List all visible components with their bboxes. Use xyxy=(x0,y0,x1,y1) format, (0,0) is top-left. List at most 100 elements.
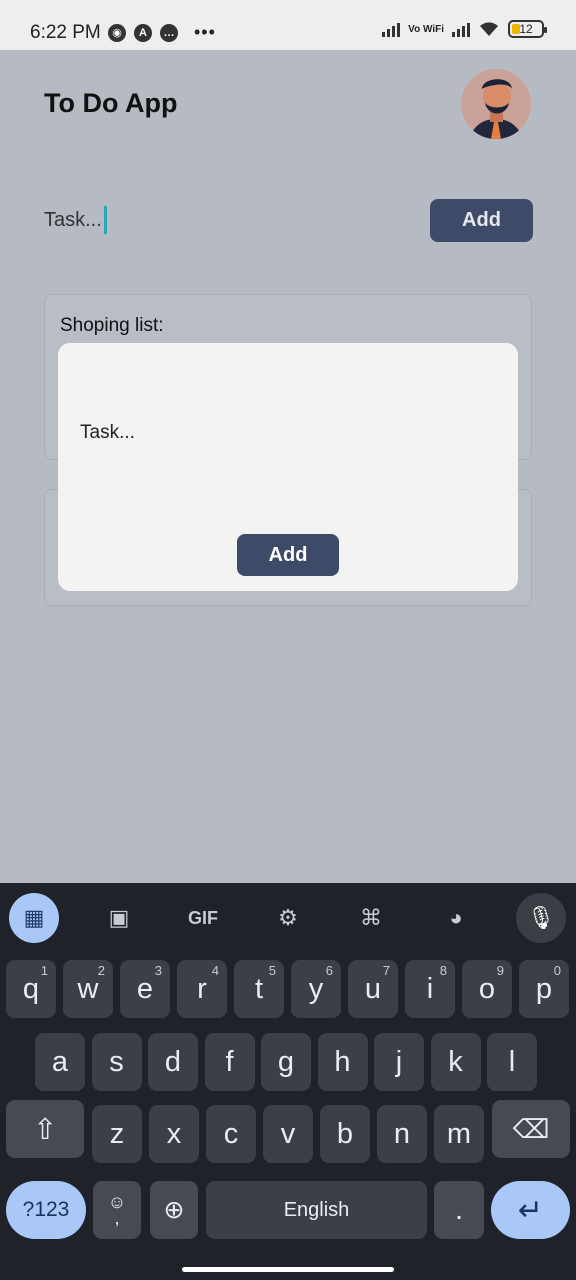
key-number: 4 xyxy=(211,963,219,978)
key-label: k xyxy=(448,1045,463,1078)
key-label: g xyxy=(277,1045,295,1078)
key-x[interactable]: x xyxy=(149,1105,199,1163)
key-h[interactable]: h xyxy=(317,1033,368,1091)
page-title: To Do App xyxy=(44,88,178,118)
keyboard-toolbar: ▦ ▣ GIF ⚙ ⌘ ◕ 🎙 xyxy=(0,893,576,951)
key-label: i xyxy=(426,972,434,1005)
vowifi-label: Vo WiFi xyxy=(408,23,444,35)
key-i[interactable]: i8 xyxy=(405,960,455,1018)
key-label: m xyxy=(446,1117,472,1150)
key-f[interactable]: f xyxy=(204,1033,255,1091)
key-p[interactable]: p0 xyxy=(519,960,569,1018)
key-label: x xyxy=(166,1117,182,1150)
key-label: o xyxy=(478,972,496,1005)
key-label: b xyxy=(336,1117,354,1150)
key-r[interactable]: r4 xyxy=(177,960,227,1018)
key-s[interactable]: s xyxy=(91,1033,142,1091)
key-number: 1 xyxy=(40,963,48,978)
symbols-key[interactable]: ?123 xyxy=(6,1181,86,1239)
sticker-icon[interactable]: ▣ xyxy=(94,893,144,943)
list-title: Shoping list: xyxy=(60,315,164,336)
key-number: 7 xyxy=(382,963,390,978)
gif-icon[interactable]: GIF xyxy=(178,893,228,943)
key-e[interactable]: e3 xyxy=(120,960,170,1018)
key-number: 0 xyxy=(553,963,561,978)
key-label: l xyxy=(508,1045,516,1078)
key-c[interactable]: c xyxy=(206,1105,256,1163)
key-j[interactable]: j xyxy=(374,1033,424,1091)
signal-icon xyxy=(382,21,401,37)
microphone-icon[interactable]: 🎙 xyxy=(516,893,566,943)
key-q[interactable]: q1 xyxy=(6,960,56,1018)
key-n[interactable]: n xyxy=(377,1105,427,1163)
shift-key[interactable]: ⇧ xyxy=(6,1100,84,1158)
key-o[interactable]: o9 xyxy=(462,960,512,1018)
key-g[interactable]: g xyxy=(261,1033,311,1091)
key-label: e xyxy=(136,972,154,1005)
notification-icons: ◉ A … ••• xyxy=(108,22,216,43)
palette-icon[interactable]: ◕ xyxy=(431,893,481,943)
key-t[interactable]: t5 xyxy=(234,960,284,1018)
modal-add-button[interactable]: Add xyxy=(237,534,339,576)
key-number: 2 xyxy=(97,963,105,978)
system-icons: Vo WiFi 12 xyxy=(382,20,547,38)
task-input[interactable]: Task... xyxy=(44,206,107,234)
language-globe-icon[interactable]: ⊕ xyxy=(150,1181,198,1239)
comma-label: , xyxy=(114,1208,120,1228)
key-label: q xyxy=(22,972,40,1005)
key-number: 6 xyxy=(325,963,333,978)
key-z[interactable]: z xyxy=(92,1105,142,1163)
translate-icon[interactable]: ⌘ xyxy=(346,893,396,943)
more-notifications-icon: ••• xyxy=(194,22,216,42)
avatar-illustration-icon xyxy=(461,69,531,139)
key-label: r xyxy=(197,972,207,1005)
key-w[interactable]: w2 xyxy=(63,960,113,1018)
avatar[interactable] xyxy=(461,69,531,139)
whatsapp-icon: ◉ xyxy=(108,23,126,42)
enter-key[interactable]: ↵ xyxy=(491,1181,570,1239)
key-label: p xyxy=(535,972,553,1005)
key-label: c xyxy=(223,1117,239,1150)
key-number: 8 xyxy=(439,963,447,978)
apps-grid-icon[interactable]: ▦ xyxy=(9,893,59,943)
add-task-modal: Task... Add xyxy=(58,343,518,591)
key-k[interactable]: k xyxy=(430,1033,481,1091)
key-label: d xyxy=(164,1045,182,1078)
key-label: f xyxy=(225,1045,234,1078)
key-a[interactable]: a xyxy=(35,1033,85,1091)
on-screen-keyboard: ▦ ▣ GIF ⚙ ⌘ ◕ 🎙 q1w2e3r4t5y6u7i8o9p0 asd… xyxy=(0,883,576,1280)
key-number: 3 xyxy=(154,963,162,978)
key-u[interactable]: u7 xyxy=(348,960,398,1018)
wifi-icon xyxy=(480,22,498,36)
status-bar: 6:22 PM ◉ A … ••• Vo WiFi 12 xyxy=(0,0,576,50)
key-y[interactable]: y6 xyxy=(291,960,341,1018)
key-label: w xyxy=(77,972,99,1005)
app-icon: A xyxy=(134,23,152,42)
key-d[interactable]: d xyxy=(148,1033,198,1091)
key-m[interactable]: m xyxy=(434,1105,484,1163)
key-number: 9 xyxy=(496,963,504,978)
key-label: v xyxy=(280,1117,296,1150)
emoji-comma-key[interactable]: ☺ , xyxy=(93,1181,141,1239)
backspace-key[interactable]: ⌫ xyxy=(492,1100,570,1158)
key-label: j xyxy=(395,1045,403,1078)
modal-task-input[interactable]: Task... xyxy=(80,422,135,444)
key-label: a xyxy=(51,1045,69,1078)
key-label: z xyxy=(109,1117,125,1150)
key-label: s xyxy=(109,1045,124,1078)
key-v[interactable]: v xyxy=(263,1105,313,1163)
key-b[interactable]: b xyxy=(320,1105,370,1163)
key-label: h xyxy=(334,1045,351,1078)
key-label: t xyxy=(254,972,264,1005)
key-label: u xyxy=(364,972,382,1005)
task-input-placeholder: Task... xyxy=(44,208,102,231)
key-label: n xyxy=(393,1117,411,1150)
key-l[interactable]: l xyxy=(487,1033,537,1091)
space-key[interactable]: English xyxy=(206,1181,427,1239)
add-task-button[interactable]: Add xyxy=(430,199,533,242)
battery-level: 12 xyxy=(519,22,533,36)
text-cursor xyxy=(103,206,107,234)
settings-gear-icon[interactable]: ⚙ xyxy=(263,893,313,943)
period-key[interactable]: . xyxy=(434,1181,484,1239)
signal-icon-2 xyxy=(452,21,470,37)
